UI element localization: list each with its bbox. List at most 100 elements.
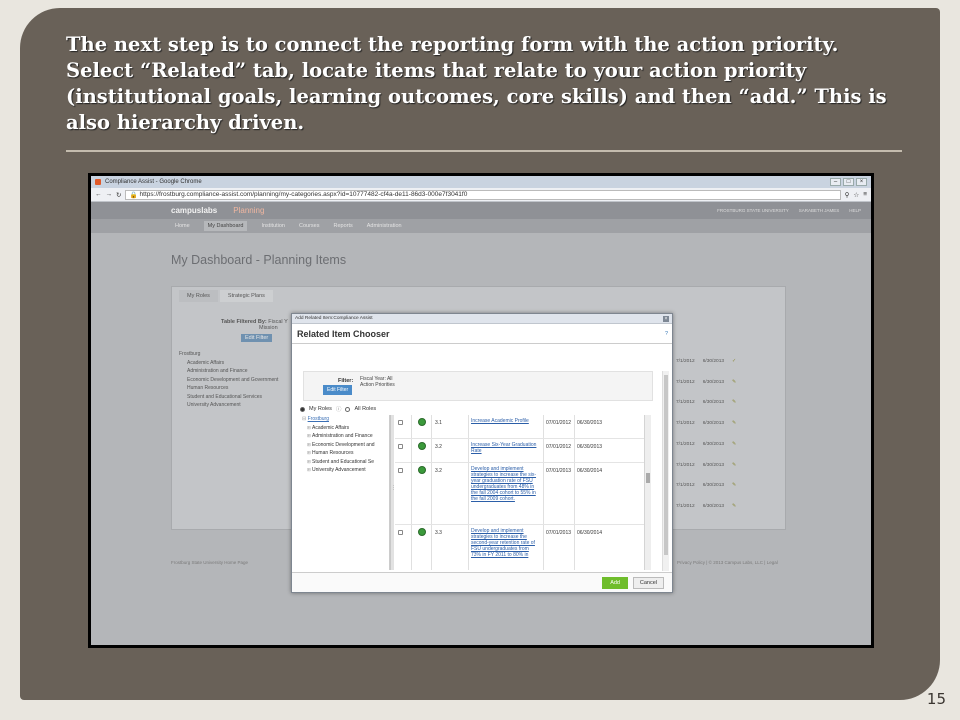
add-button[interactable]: Add	[602, 577, 628, 589]
forward-arrow-icon[interactable]: →	[106, 191, 113, 198]
table-row: 7/1/2012 6/30/2013 ✓	[676, 352, 736, 373]
row-end: 6/30/2013	[702, 462, 725, 468]
user-menu[interactable]: SARABETH JAMES	[799, 208, 840, 213]
tree-root[interactable]: ⊟ Frostburg	[302, 415, 389, 424]
url-field[interactable]: 🔒 https://frostburg.compliance-assist.co…	[125, 189, 841, 200]
item-description-link[interactable]: Develop and implement strategies to incr…	[471, 528, 537, 558]
my-roles-radio[interactable]	[300, 406, 305, 412]
item-number: 3.3	[435, 530, 442, 536]
nav-courses[interactable]: Courses	[299, 223, 319, 229]
row-start: 7/1/2012	[676, 379, 695, 385]
filter-box: Filter: Fiscal Year: All Action Prioriti…	[303, 371, 653, 401]
footer-right-text: Privacy Policy | © 2013 Campus Labs, LLC…	[677, 560, 778, 565]
row-checkbox[interactable]	[398, 468, 403, 473]
tree-item[interactable]: Academic Affairs	[179, 359, 278, 368]
minimize-button[interactable]: –	[830, 178, 841, 186]
row-start: 7/1/2012	[676, 462, 695, 468]
dialog-window-title: Add Related Item:Compliance Assist	[295, 316, 373, 321]
dialog-scrollbar[interactable]	[662, 371, 669, 571]
filter-text-2: Mission	[259, 325, 278, 331]
check-icon: ✓	[732, 359, 737, 364]
reload-icon[interactable]: ↻	[116, 191, 121, 199]
nav-institution[interactable]: Institution	[261, 223, 285, 229]
table-row: 7/1/2012 6/30/2013 ✎	[676, 435, 736, 456]
tree-item[interactable]: Student and Educational Services	[179, 393, 278, 402]
window-controls: – □ ×	[830, 178, 867, 186]
tree-item[interactable]: Frostburg	[179, 350, 278, 359]
row-end: 6/30/2013	[702, 503, 725, 509]
tree-item[interactable]: Human Resources	[179, 384, 278, 393]
footer-left-link[interactable]: Frostburg State University Home Page	[171, 560, 248, 565]
slide: The next step is to connect the reportin…	[0, 0, 960, 720]
back-arrow-icon[interactable]: ←	[95, 191, 102, 198]
row-checkbox[interactable]	[398, 420, 403, 425]
planning-product-label[interactable]: Planning	[233, 206, 264, 215]
compliance-assist-favicon-icon	[95, 179, 101, 185]
all-roles-radio[interactable]	[345, 406, 351, 412]
grid-scrollbar[interactable]	[644, 415, 651, 570]
nav-reports[interactable]: Reports	[333, 223, 352, 229]
item-end-date: 06/30/2013	[577, 444, 603, 450]
nav-home[interactable]: Home	[175, 223, 190, 229]
action-priority-icon	[418, 528, 426, 536]
edit-filter-button[interactable]: Edit Filter	[323, 385, 353, 395]
tree-node-economic-development[interactable]: Economic Development and	[302, 441, 389, 450]
tree-item[interactable]: University Advancement	[179, 401, 278, 410]
tree-node-administration-finance[interactable]: Administration and Finance	[302, 432, 389, 441]
zoom-icon[interactable]: ⚲	[845, 191, 850, 199]
star-icon[interactable]: ☆	[853, 191, 859, 199]
tree-node-university-advancement[interactable]: University Advancement	[302, 466, 389, 475]
row-checkbox[interactable]	[398, 444, 403, 449]
address-bar-row: ← → ↻ 🔒 https://frostburg.compliance-ass…	[91, 188, 871, 202]
item-description-link[interactable]: Increase Six-Year Graduation Rate	[471, 442, 537, 454]
help-link[interactable]: HELP	[849, 208, 861, 213]
menu-icon[interactable]: ≡	[863, 191, 867, 198]
item-description-link[interactable]: Develop and implement strategies to incr…	[471, 466, 537, 502]
dashboard-tree: Frostburg Academic Affairs Administratio…	[179, 350, 278, 410]
tree-node-student-educational[interactable]: Student and Educational Se	[302, 458, 389, 467]
filter-label: Filter:	[338, 378, 354, 384]
nav-my-dashboard[interactable]: My Dashboard	[203, 221, 248, 231]
tree-item[interactable]: Economic Development and Government	[179, 376, 278, 385]
all-roles-label: All Roles	[354, 406, 377, 412]
pane-splitter[interactable]: ⋮	[390, 415, 396, 570]
row-start: 7/1/2012	[676, 359, 695, 364]
tree-root-label[interactable]: Frostburg	[308, 416, 329, 422]
pencil-icon: ✎	[732, 379, 737, 385]
help-icon[interactable]: ?	[665, 331, 668, 337]
tree-node-academic-affairs[interactable]: Academic Affairs	[302, 424, 389, 433]
campuslabs-logo: campuslabs	[171, 206, 218, 215]
item-description-link[interactable]: Increase Academic Profile	[471, 418, 537, 424]
pencil-icon: ✎	[732, 462, 737, 468]
tab-strategic-plans[interactable]: Strategic Plans	[219, 290, 273, 302]
item-start-date: 07/01/2012	[546, 420, 572, 426]
roles-radio-group: My Roles ⓘ All Roles	[300, 405, 376, 413]
grid-scroll-thumb[interactable]	[646, 473, 650, 483]
tree-node-human-resources[interactable]: Human Resources	[302, 449, 389, 458]
action-priority-icon	[418, 466, 426, 474]
row-end: 6/30/2013	[702, 359, 725, 364]
pencil-icon: ✎	[732, 400, 737, 406]
maximize-button[interactable]: □	[843, 178, 854, 186]
close-window-button[interactable]: ×	[856, 178, 867, 186]
row-checkbox[interactable]	[398, 530, 403, 535]
close-icon[interactable]: ×	[663, 315, 669, 322]
item-number: 3.1	[435, 420, 442, 426]
edit-filter-button-bg[interactable]: Edit Filter	[241, 334, 273, 342]
table-row: 7/1/2012 6/30/2013 ✎	[676, 393, 736, 414]
url-text: https://frostburg.compliance-assist.com/…	[139, 191, 468, 198]
nav-administration[interactable]: Administration	[367, 223, 402, 229]
action-priority-icon	[418, 418, 426, 426]
pencil-icon: ✎	[732, 441, 737, 447]
dialog-scroll-thumb[interactable]	[664, 375, 668, 555]
row-start: 7/1/2012	[676, 441, 695, 447]
screenshot-frame: Compliance Assist - Google Chrome – □ × …	[88, 173, 874, 648]
page-heading: My Dashboard - Planning Items	[171, 253, 347, 267]
filter-values: Fiscal Year: All Action Priorities	[360, 376, 395, 388]
tree-item[interactable]: Administration and Finance	[179, 367, 278, 376]
tab-my-roles[interactable]: My Roles	[179, 290, 218, 302]
lock-icon: 🔒	[129, 191, 138, 199]
cancel-button[interactable]: Cancel	[632, 577, 664, 589]
table-row: 7/1/2012 6/30/2013 ✎	[676, 456, 736, 477]
row-start: 7/1/2012	[676, 503, 695, 509]
